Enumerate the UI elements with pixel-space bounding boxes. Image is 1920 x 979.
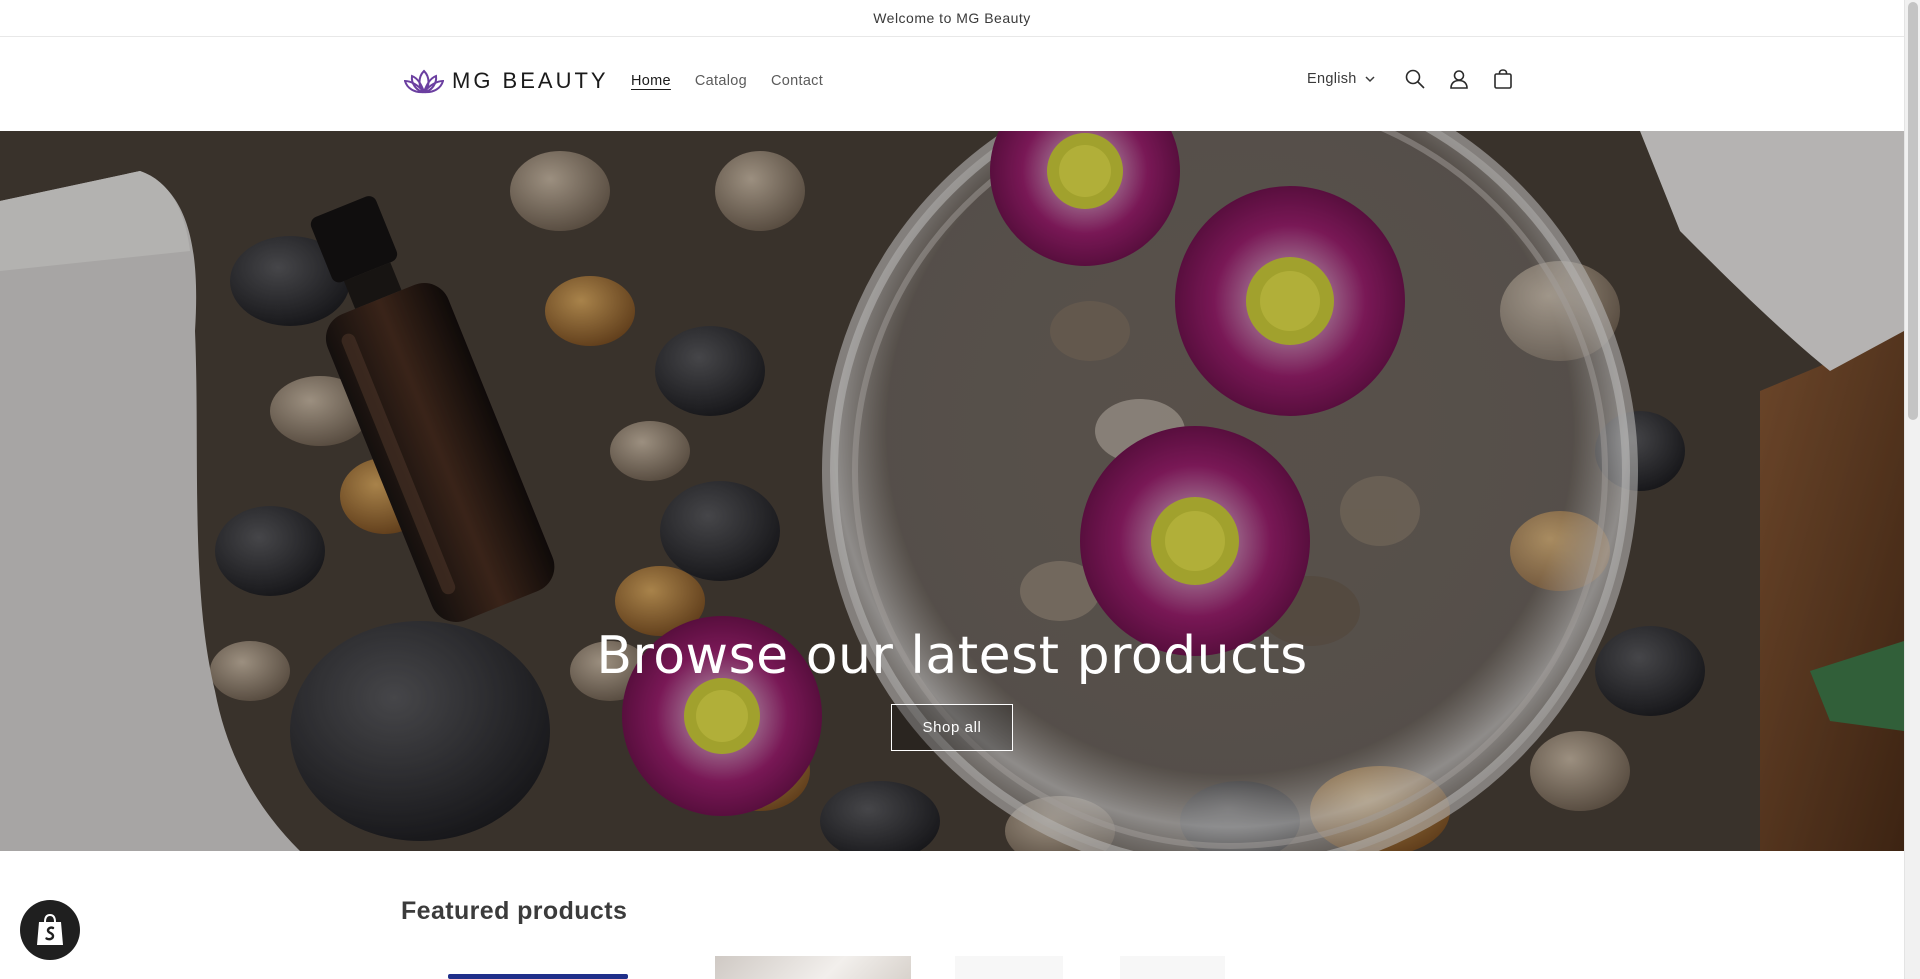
product-card-image[interactable] bbox=[1120, 956, 1225, 979]
main-nav: Home Catalog Contact bbox=[631, 73, 823, 89]
lotus-logo-icon bbox=[404, 69, 444, 94]
shopify-chat-button[interactable] bbox=[20, 900, 80, 960]
search-button[interactable] bbox=[1393, 57, 1437, 101]
product-card-image[interactable] bbox=[448, 956, 628, 979]
logo-text: MG BEAUTY bbox=[452, 68, 609, 93]
chevron-down-icon bbox=[1365, 75, 1375, 82]
language-label: English bbox=[1307, 71, 1357, 87]
nav-contact[interactable]: Contact bbox=[771, 73, 823, 89]
site-header: MG BEAUTY Home Catalog Contact English bbox=[0, 37, 1904, 130]
header-actions: English bbox=[1307, 61, 1525, 97]
scrollbar-thumb[interactable] bbox=[1908, 2, 1918, 420]
product-card-image[interactable] bbox=[955, 956, 1063, 979]
language-selector[interactable]: English bbox=[1307, 71, 1375, 87]
account-icon bbox=[1449, 70, 1468, 89]
logo[interactable]: MG BEAUTY bbox=[404, 67, 609, 95]
hero-title: Browse our latest products bbox=[596, 626, 1308, 686]
shop-all-button[interactable]: Shop all bbox=[891, 704, 1013, 751]
cart-button[interactable] bbox=[1481, 57, 1525, 101]
announcement-bar: Welcome to MG Beauty bbox=[0, 0, 1904, 37]
cart-icon bbox=[1493, 69, 1512, 89]
hero-content: Browse our latest products Shop all bbox=[0, 626, 1904, 751]
search-icon bbox=[1405, 69, 1425, 89]
nav-home[interactable]: Home bbox=[631, 73, 671, 89]
product-card-image[interactable] bbox=[715, 956, 911, 979]
featured-products-title: Featured products bbox=[401, 897, 628, 925]
account-button[interactable] bbox=[1437, 57, 1481, 101]
announcement-text: Welcome to MG Beauty bbox=[873, 10, 1031, 26]
shopping-bag-icon bbox=[37, 913, 63, 945]
page-scrollbar[interactable] bbox=[1904, 0, 1920, 979]
nav-catalog[interactable]: Catalog bbox=[695, 73, 747, 89]
hero-banner: Browse our latest products Shop all bbox=[0, 131, 1904, 851]
page: Welcome to MG Beauty MG BEAUTY Home Cata… bbox=[0, 0, 1904, 979]
